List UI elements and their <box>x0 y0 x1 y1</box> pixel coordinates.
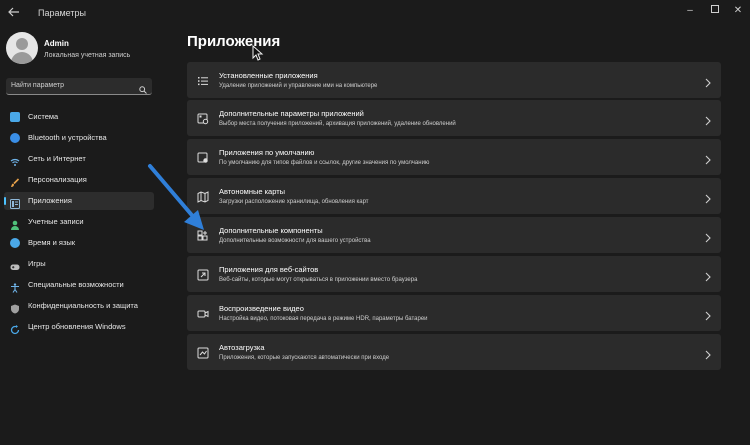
sidebar-item-network[interactable]: Сеть и Интернет <box>4 150 154 168</box>
search-icon <box>139 81 147 94</box>
chevron-right-icon <box>705 347 711 360</box>
startup-icon <box>197 346 209 359</box>
window-title: Параметры <box>38 8 86 18</box>
sidebar-item-accessibility[interactable]: Специальные возможности <box>4 276 154 294</box>
card-title: Автозагрузка <box>219 343 265 352</box>
card-installed-apps[interactable]: Установленные приложения Удаление прилож… <box>187 62 721 98</box>
accessibility-icon <box>10 280 20 293</box>
card-description: Загрузки расположение хранилища, обновле… <box>219 199 369 205</box>
card-title: Воспроизведение видео <box>219 304 304 313</box>
sidebar-item-label: Центр обновления Windows <box>28 322 126 331</box>
sidebar-item-privacy[interactable]: Конфиденциальность и защита <box>4 297 154 315</box>
brush-icon <box>10 175 20 187</box>
app-settings-icon <box>197 112 209 125</box>
card-description: Дополнительные возможности для вашего ус… <box>219 238 371 244</box>
monitor-icon <box>10 112 20 122</box>
settings-window: Параметры – ✕ Admin Локальная учетная за… <box>0 0 750 445</box>
chevron-right-icon <box>705 113 711 126</box>
user-profile[interactable]: Admin Локальная учетная запись <box>6 32 166 72</box>
search-input[interactable]: Найти параметр <box>6 78 152 95</box>
shield-icon <box>10 301 20 314</box>
sidebar-item-time-language[interactable]: Время и язык <box>4 234 154 252</box>
card-offline-maps[interactable]: Автономные карты Загрузки расположение х… <box>187 178 721 214</box>
web-app-icon <box>197 268 209 281</box>
back-arrow-icon[interactable] <box>6 6 22 20</box>
minimize-button[interactable]: – <box>679 3 701 19</box>
sidebar-item-label: Приложения <box>28 196 72 205</box>
card-title: Автономные карты <box>219 187 286 196</box>
card-title: Дополнительные компоненты <box>219 226 323 235</box>
chevron-right-icon <box>705 230 711 243</box>
update-icon <box>10 322 20 335</box>
card-default-apps[interactable]: Приложения по умолчанию По умолчанию для… <box>187 139 721 175</box>
card-description: Удаление приложений и управление ими на … <box>219 83 378 89</box>
card-title: Приложения по умолчанию <box>219 148 315 157</box>
card-description: Выбор места получения приложений, архива… <box>219 121 456 127</box>
list-icon <box>197 74 209 86</box>
page-title: Приложения <box>187 33 281 50</box>
sidebar-item-system[interactable]: Система <box>4 108 154 126</box>
card-video-playback[interactable]: Воспроизведение видео Настройка видео, п… <box>187 295 721 331</box>
sidebar-item-label: Игры <box>28 259 46 268</box>
title-bar: Параметры – ✕ <box>0 0 750 26</box>
apps-icon <box>10 196 20 209</box>
chevron-right-icon <box>705 75 711 88</box>
sidebar-item-apps[interactable]: Приложения <box>4 192 154 210</box>
blue-arrow-icon <box>140 158 220 238</box>
close-button[interactable]: ✕ <box>727 3 749 19</box>
chevron-right-icon <box>705 152 711 165</box>
sidebar-item-label: Учетные записи <box>28 217 84 226</box>
sidebar-item-label: Система <box>28 112 59 121</box>
bluetooth-icon <box>10 133 20 143</box>
chevron-right-icon <box>705 308 711 321</box>
video-icon <box>197 307 209 319</box>
sidebar-item-label: Специальные возможности <box>28 280 124 289</box>
sidebar-item-label: Время и язык <box>28 238 76 247</box>
card-title: Установленные приложения <box>219 71 318 80</box>
card-description: По умолчанию для типов файлов и ссылок, … <box>219 160 430 166</box>
gamepad-icon <box>10 259 20 270</box>
sidebar-item-windows-update[interactable]: Центр обновления Windows <box>4 318 154 336</box>
sidebar-item-gaming[interactable]: Игры <box>4 255 154 273</box>
sidebar-item-label: Персонализация <box>28 175 87 184</box>
chevron-right-icon <box>705 191 711 204</box>
wifi-icon <box>10 154 20 166</box>
card-title: Приложения для веб-сайтов <box>219 265 319 274</box>
card-optional-features[interactable]: Дополнительные компоненты Дополнительные… <box>187 217 721 253</box>
user-name: Admin <box>44 39 69 48</box>
card-advanced-app-settings[interactable]: Дополнительные параметры приложений Выбо… <box>187 100 721 136</box>
globe-clock-icon <box>10 238 20 248</box>
person-icon <box>10 217 20 230</box>
card-description: Настройка видео, потоковая передача в ре… <box>219 316 428 322</box>
card-title: Дополнительные параметры приложений <box>219 109 364 118</box>
sidebar-item-label: Bluetooth и устройства <box>28 133 107 142</box>
maximize-button[interactable] <box>704 3 726 19</box>
sidebar-item-personalization[interactable]: Персонализация <box>4 171 154 189</box>
chevron-right-icon <box>705 269 711 282</box>
mouse-cursor-icon <box>252 44 264 61</box>
card-description: Приложения, которые запускаются автомати… <box>219 355 390 361</box>
sidebar-item-accounts[interactable]: Учетные записи <box>4 213 154 231</box>
active-indicator <box>4 197 6 205</box>
card-apps-for-websites[interactable]: Приложения для веб-сайтов Веб-сайты, кот… <box>187 256 721 292</box>
avatar <box>6 32 38 64</box>
account-type: Локальная учетная запись <box>44 52 131 59</box>
search-placeholder: Найти параметр <box>11 82 64 89</box>
sidebar-item-label: Сеть и Интернет <box>28 154 86 163</box>
card-description: Веб-сайты, которые могут открываться в п… <box>219 277 418 283</box>
sidebar-item-bluetooth[interactable]: Bluetooth и устройства <box>4 129 154 147</box>
card-startup[interactable]: Автозагрузка Приложения, которые запуска… <box>187 334 721 370</box>
sidebar-item-label: Конфиденциальность и защита <box>28 301 138 310</box>
